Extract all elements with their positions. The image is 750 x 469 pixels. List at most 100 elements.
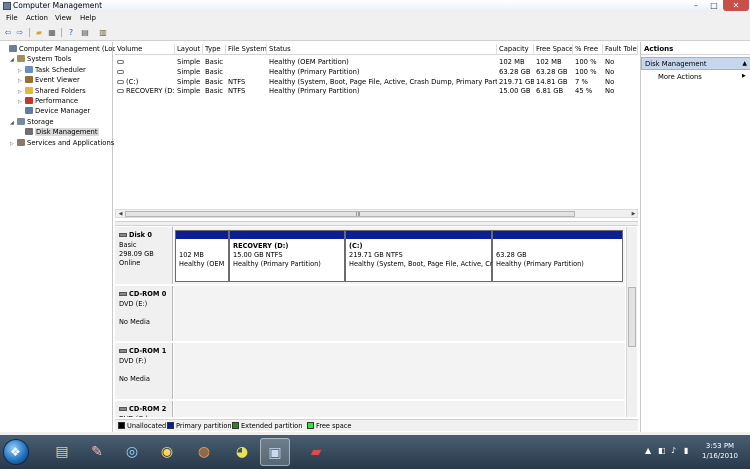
disk-info-panel[interactable]: CD-ROM 2 DVD (G:) [115, 401, 173, 417]
toolbar-separator [61, 28, 62, 37]
tree-item-label: Services and Applications [27, 138, 115, 147]
menu-view[interactable]: View [55, 14, 72, 22]
chrome-taskbar-button[interactable]: ◕ [227, 438, 257, 466]
more-actions-link[interactable]: More Actions [658, 73, 702, 81]
tree-item-services-and-applications[interactable]: ▷ Services and Applications [10, 138, 114, 148]
expand-arrow-icon[interactable]: ◢ [10, 55, 17, 65]
tree-item-device-manager[interactable]: Device Manager [18, 106, 90, 116]
close-button[interactable]: ✕ [723, 0, 749, 11]
table-cell: NTFS [228, 87, 246, 96]
table-row[interactable]: Simple Basic Healthy (Primary Partition) 63… [115, 67, 638, 77]
up-folder-icon[interactable]: ▰ [34, 28, 44, 37]
scroll-left-icon[interactable]: ◀ [116, 210, 125, 218]
table-cell: No [605, 87, 615, 96]
table-row[interactable]: RECOVERY (D:) Simple Basic NTFS Healthy (Pri… [115, 86, 638, 96]
tree-item-system-tools[interactable]: ◢ System Tools [10, 54, 71, 64]
column-header-capacity[interactable]: Capacity [497, 44, 534, 55]
column-header-status[interactable]: Status [267, 44, 497, 55]
table-row[interactable]: (C:) Simple Basic NTFS Healthy (System, Boot… [115, 77, 638, 87]
more-actions-arrow-icon[interactable]: ▶ [742, 73, 746, 79]
column-header-volume[interactable]: Volume [115, 44, 175, 55]
media-player-taskbar-button[interactable]: ◎ [117, 438, 147, 466]
actions-section-disk-management[interactable]: Disk Management ▲ [641, 57, 750, 70]
clock[interactable]: 3:53 PM 1/16/2010 [698, 441, 742, 461]
disk-info-panel[interactable]: CD-ROM 1 DVD (F:) No Media [115, 343, 173, 399]
legend-swatch [307, 422, 314, 429]
eye-app-taskbar-button[interactable]: ◉ [152, 438, 182, 466]
disk-info-panel[interactable]: Disk 0 Basic 298.09 GB Online [115, 227, 173, 284]
column-header-file-system[interactable]: File System [226, 44, 267, 55]
primary-partition-bar [493, 231, 622, 239]
table-cell: 63.28 GB [499, 67, 531, 76]
table-cell: RECOVERY (D:) [115, 86, 175, 96]
tree-item-task-scheduler[interactable]: ▷ Task Scheduler [18, 65, 86, 75]
volume-icon[interactable]: ♪ [671, 446, 676, 455]
computer-management-taskbar-button[interactable]: ▣ [260, 438, 290, 466]
actions-header: Actions [641, 44, 750, 55]
column-header-free-space[interactable]: Free Space [534, 44, 573, 55]
network-icon[interactable]: ◧ [658, 446, 666, 455]
disk-drive-icon [119, 233, 127, 237]
table-cell: (C:) [115, 77, 175, 87]
collapse-arrow-icon[interactable]: ▲ [742, 58, 747, 70]
horizontal-scrollbar[interactable]: ◀ III ▶ [115, 209, 638, 218]
tree-item-shared-folders[interactable]: ▷ Shared Folders [18, 86, 86, 96]
vertical-scroll-thumb[interactable] [628, 287, 636, 347]
disk-partition-area [174, 401, 625, 417]
maximize-button[interactable]: □ [705, 0, 723, 11]
table-cell: Healthy (Primary Partition) [269, 67, 360, 76]
help-icon[interactable]: ? [66, 28, 76, 37]
table-cell: 102 MB [499, 58, 525, 66]
tree-item-label: Event Viewer [35, 76, 80, 85]
tree-item-disk-management[interactable]: Disk Management [18, 127, 99, 137]
back-icon[interactable]: ⇦ [3, 28, 13, 37]
column-header--free[interactable]: % Free [573, 44, 603, 55]
table-cell: 219.71 GB [499, 77, 534, 86]
disk-info-panel[interactable]: CD-ROM 0 DVD (E:) No Media [115, 286, 173, 341]
column-header-type[interactable]: Type [203, 44, 226, 55]
column-header-layout[interactable]: Layout [175, 44, 203, 55]
horizontal-scroll-thumb[interactable]: III [125, 211, 575, 218]
vertical-scrollbar[interactable] [626, 227, 637, 417]
column-header-fault-tole[interactable]: Fault Tole [603, 44, 638, 55]
firefox-taskbar-button[interactable]: ◍ [189, 438, 219, 466]
table-cell: NTFS [228, 77, 246, 86]
tree-item-computer-management-local[interactable]: Computer Management (Local [2, 44, 122, 54]
menu-action[interactable]: Action [26, 14, 48, 22]
disk-row: CD-ROM 0 DVD (E:) No Media [115, 286, 626, 341]
start-button[interactable]: ❖ [3, 439, 29, 465]
partition-block[interactable]: 102 MB Healthy (OEM [175, 230, 229, 282]
paint-taskbar-button[interactable]: ✎ [82, 438, 112, 466]
expand-arrow-icon[interactable]: ◢ [10, 118, 17, 128]
show-hidden-icons-icon[interactable]: ▲ [645, 446, 651, 455]
show-hide-tree-icon[interactable]: ▦ [47, 28, 57, 37]
table-cell: Simple [177, 87, 201, 96]
tree-item-storage[interactable]: ◢ Storage [10, 117, 54, 127]
explorer-taskbar-button[interactable]: ▤ [47, 438, 77, 466]
menu-file[interactable]: File [6, 14, 18, 22]
properties-icon[interactable]: ▤ [80, 28, 90, 37]
partition-title: (C:) [349, 242, 363, 250]
expand-arrow-icon[interactable]: ▷ [10, 139, 17, 149]
minimize-button[interactable]: – [687, 0, 705, 11]
battery-icon[interactable]: ▮ [684, 446, 688, 455]
tree-item-label: System Tools [27, 55, 72, 64]
console-icon[interactable]: ▥ [98, 28, 108, 37]
table-cell: 15.00 GB [499, 87, 531, 96]
partition-block[interactable]: RECOVERY (D:) 15.00 GB NTFS Healthy (Prima… [229, 230, 345, 282]
scroll-right-icon[interactable]: ▶ [629, 210, 638, 218]
volume-list: Volume Layout Type File System Status Capacit… [115, 42, 638, 220]
legend-item: Extended partition [232, 422, 302, 430]
toolbox-taskbar-button[interactable]: ▰ [301, 438, 331, 466]
forward-icon[interactable]: ⇨ [15, 28, 25, 37]
tree-item-performance[interactable]: ▷ Performance [18, 96, 78, 106]
tree-item-label: Storage [27, 117, 54, 126]
menu-help[interactable]: Help [80, 14, 96, 22]
partition-block[interactable]: (C:) 219.71 GB NTFS Healthy (System, Boot,… [345, 230, 497, 282]
volume-icon [117, 60, 124, 64]
table-row[interactable]: Simple Basic Healthy (OEM Partition) 102 MB… [115, 57, 638, 67]
pane-splitter[interactable] [115, 221, 638, 226]
tree-item-label: Device Manager [35, 107, 91, 116]
tree-item-event-viewer[interactable]: ▷ Event Viewer [18, 75, 80, 85]
partition-block[interactable]: 63.28 GB Healthy (Primary Partition) [492, 230, 623, 282]
